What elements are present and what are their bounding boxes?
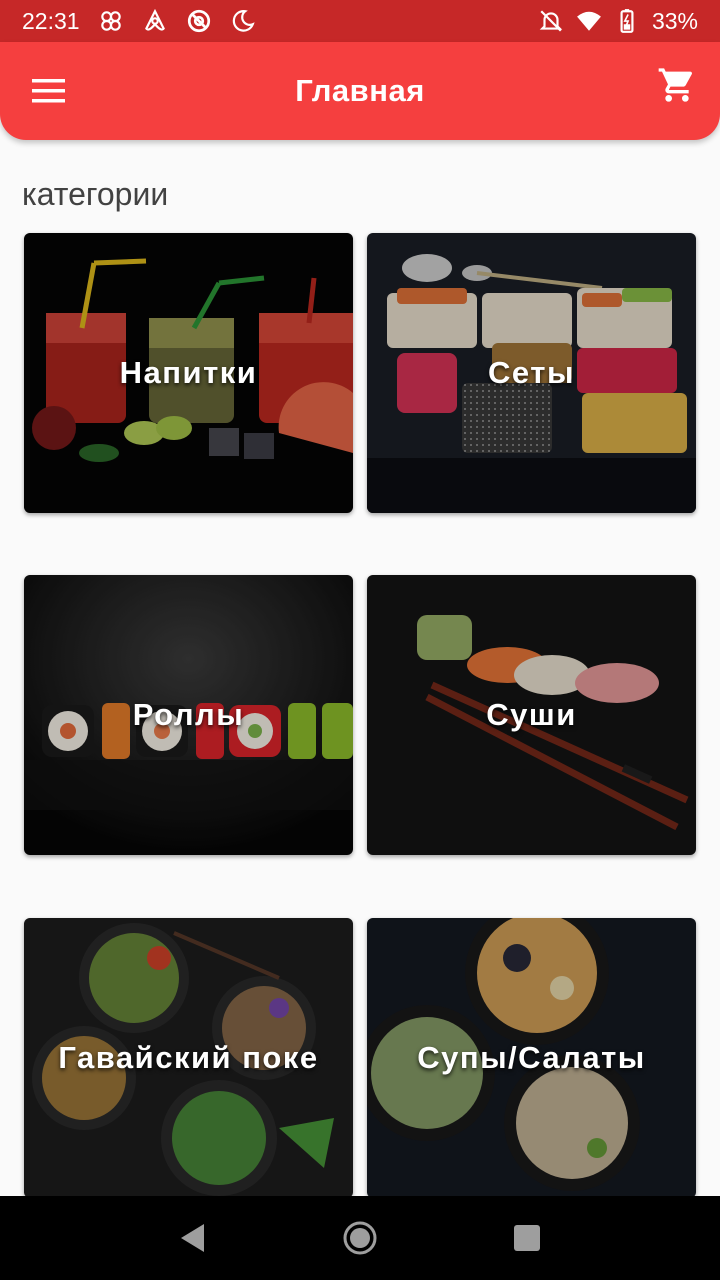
at-sign-icon xyxy=(186,8,212,34)
menu-button[interactable] xyxy=(26,68,72,114)
battery-icon xyxy=(614,8,640,34)
back-button[interactable] xyxy=(171,1216,215,1260)
cart-icon xyxy=(658,68,693,102)
category-card-drinks[interactable]: Напитки xyxy=(24,233,353,513)
moon-icon xyxy=(230,8,256,34)
category-card-rolls[interactable]: Роллы xyxy=(24,575,353,855)
status-bar-right: 33% xyxy=(538,8,698,35)
back-icon xyxy=(181,1224,205,1252)
category-label: Напитки xyxy=(119,355,258,390)
category-label: Сеты xyxy=(488,355,575,390)
status-bar: 22:31 33% xyxy=(0,0,720,42)
home-button[interactable] xyxy=(338,1216,382,1260)
recents-icon xyxy=(513,1225,540,1251)
cart-button[interactable] xyxy=(654,62,700,108)
category-card-poke[interactable]: Гавайский поке xyxy=(24,918,353,1198)
recents-button[interactable] xyxy=(505,1216,549,1260)
category-label: Роллы xyxy=(132,697,245,732)
status-bar-left: 22:31 xyxy=(22,8,256,35)
system-nav-bar xyxy=(0,1196,720,1280)
category-card-sets[interactable]: Сеты xyxy=(367,233,696,513)
pinwheel-icon xyxy=(98,8,124,34)
section-title: категории xyxy=(22,176,169,212)
wifi-icon xyxy=(576,8,602,34)
battery-percent: 33% xyxy=(651,7,698,34)
app-bar: Главная xyxy=(0,42,720,140)
category-card-soups-salads[interactable]: Супы/Салаты xyxy=(367,918,696,1198)
category-card-sushi[interactable]: Суши xyxy=(367,575,696,855)
menu-icon xyxy=(32,79,65,103)
home-icon xyxy=(343,1221,377,1255)
bell-off-icon xyxy=(538,8,564,34)
category-label: Гавайский поке xyxy=(58,1040,319,1075)
category-label: Суши xyxy=(486,697,577,732)
category-label: Супы/Салаты xyxy=(417,1040,646,1075)
status-time: 22:31 xyxy=(22,7,80,34)
page-title: Главная xyxy=(295,73,425,108)
airbnb-icon xyxy=(142,8,168,34)
